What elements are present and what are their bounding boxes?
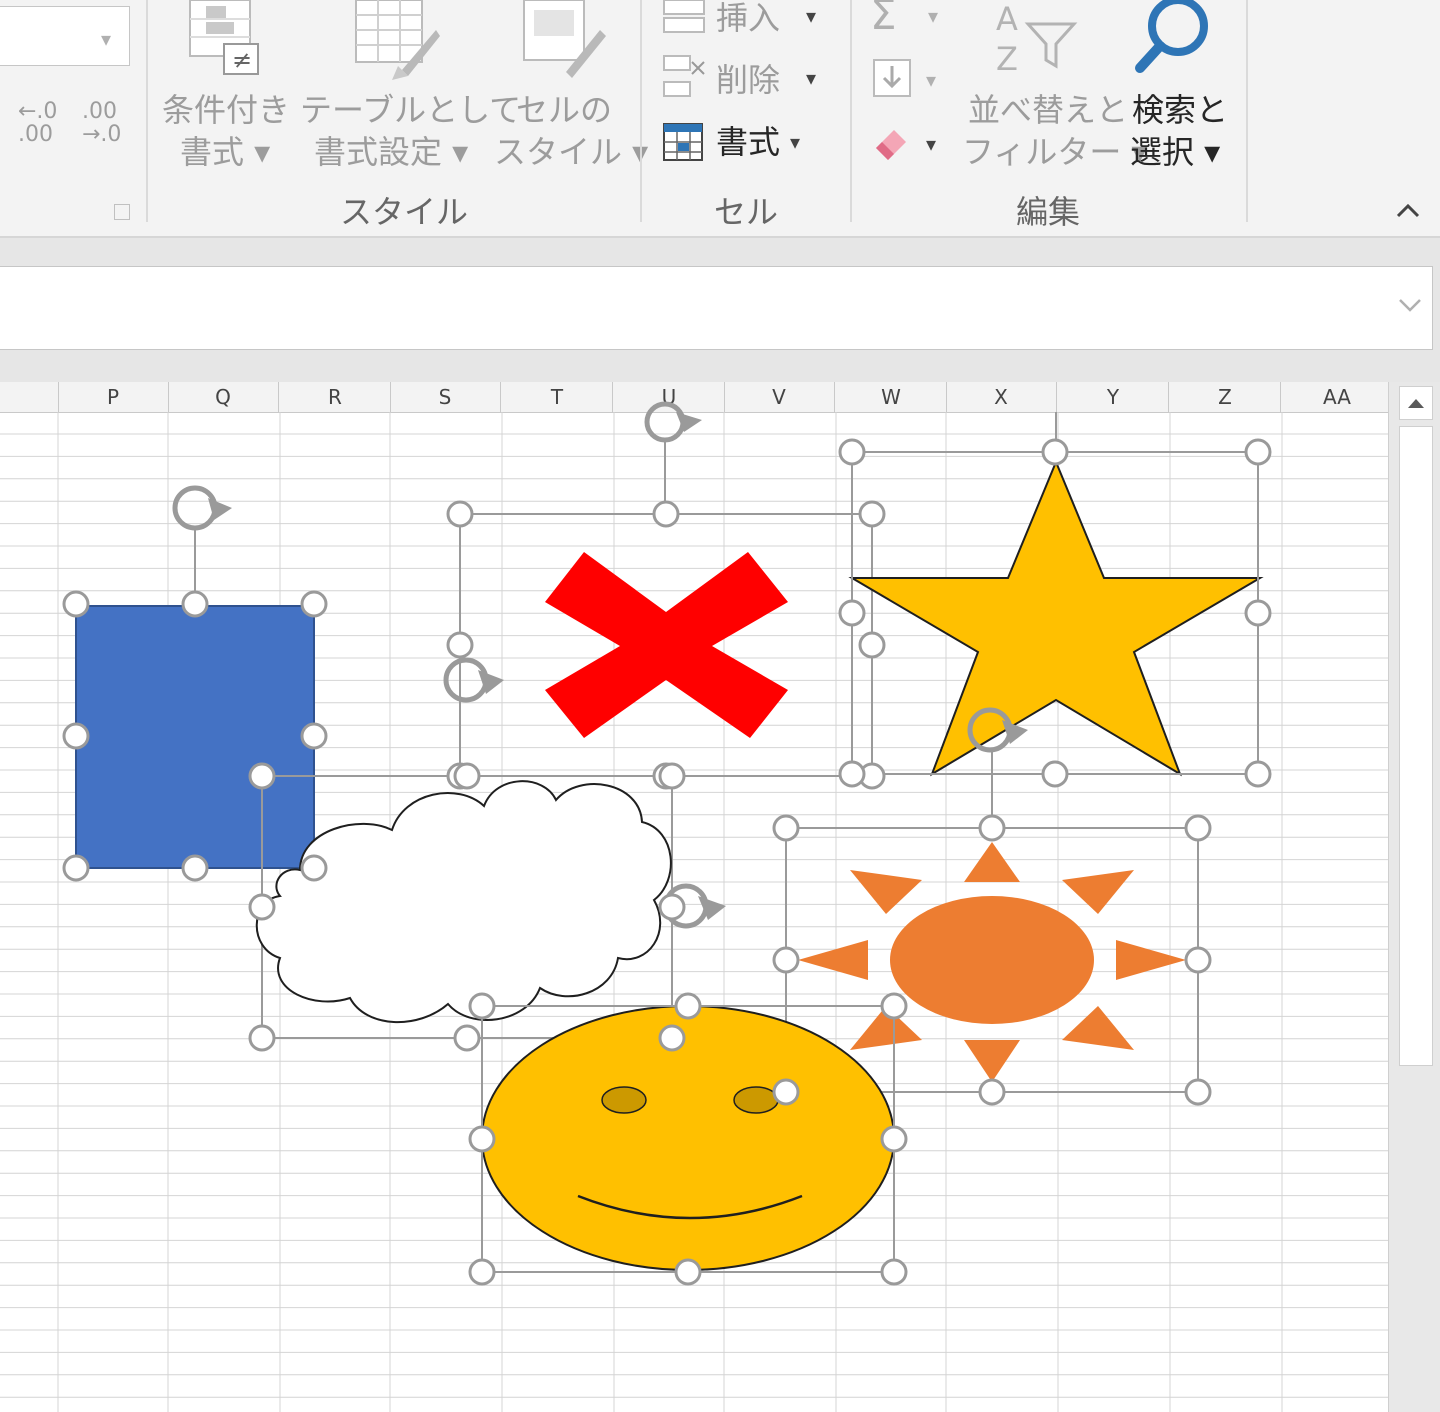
chevron-down-icon[interactable]: ▾ xyxy=(806,6,816,26)
increase-decimal-button[interactable]: ←.0 .00 xyxy=(18,100,57,146)
column-header-x[interactable]: X xyxy=(946,382,1057,412)
sort-filter-button[interactable]: 並べ替えと xyxy=(968,94,1128,126)
insert-button[interactable]: 挿入 xyxy=(716,2,780,34)
dialog-launcher-icon[interactable] xyxy=(114,204,130,220)
column-header-z[interactable]: Z xyxy=(1170,382,1281,412)
cell-styles-button[interactable]: セルの xyxy=(516,94,612,126)
eraser-icon[interactable] xyxy=(870,118,916,164)
column-header-p[interactable]: P xyxy=(58,382,169,412)
styles-group-label: スタイル xyxy=(340,193,469,231)
number-format-box[interactable]: ▾ xyxy=(0,6,130,66)
chevron-down-icon[interactable]: ▾ xyxy=(806,68,816,88)
conditional-formatting-icon: ≠ xyxy=(189,0,259,75)
chevron-down-icon[interactable]: ▾ xyxy=(928,6,938,26)
column-header-y[interactable]: Y xyxy=(1058,382,1169,412)
chevron-up-icon[interactable] xyxy=(1394,200,1422,220)
editing-group-label: 編集 xyxy=(1016,193,1081,231)
sort-filter-label-2: フィルター ▾ xyxy=(962,133,1148,171)
decrease-decimal-button[interactable]: .00 →.0 xyxy=(82,100,121,146)
group-separator xyxy=(146,0,148,222)
column-header-s[interactable]: S xyxy=(390,382,501,412)
column-header-w[interactable]: W xyxy=(836,382,947,412)
cell-grid[interactable] xyxy=(0,412,1388,1412)
group-separator xyxy=(1246,0,1248,222)
column-header-q[interactable]: Q xyxy=(168,382,279,412)
column-header-aa[interactable]: AA xyxy=(1282,382,1393,412)
svg-text:≠: ≠ xyxy=(232,46,252,74)
format-cells-icon xyxy=(663,123,703,161)
triangle-up-icon xyxy=(1408,399,1424,408)
conditional-formatting-button[interactable]: 条件付き xyxy=(162,94,290,126)
format-as-table-icon xyxy=(355,0,440,80)
autosum-icon[interactable]: Σ xyxy=(870,0,897,36)
column-header-v[interactable]: V xyxy=(724,382,835,412)
fill-icon[interactable] xyxy=(870,56,916,102)
format-as-table-button[interactable]: テーブルとして xyxy=(300,94,521,126)
column-header-o[interactable]: O xyxy=(0,382,59,412)
group-separator xyxy=(640,0,642,222)
chevron-down-icon[interactable]: ▾ xyxy=(790,132,800,152)
column-headers: OPQRSTUVWXYZAA xyxy=(0,382,1393,413)
column-header-t[interactable]: T xyxy=(502,382,613,412)
chevron-down-icon: ▾ xyxy=(101,27,112,51)
find-select-button[interactable]: 検索と xyxy=(1132,94,1228,126)
chevron-down-icon[interactable]: ▾ xyxy=(926,134,936,154)
cell-styles-label-2: スタイル ▾ xyxy=(494,133,649,171)
chevron-down-icon[interactable]: ▾ xyxy=(926,70,936,90)
scroll-thumb[interactable] xyxy=(1399,426,1433,1066)
delete-button[interactable]: 削除 xyxy=(716,64,780,96)
group-separator xyxy=(850,0,852,222)
delete-cells-icon xyxy=(663,55,705,97)
vertical-scrollbar[interactable] xyxy=(1388,382,1440,1412)
column-header-r[interactable]: R xyxy=(280,382,391,412)
column-header-u[interactable]: U xyxy=(614,382,725,412)
insert-cells-icon xyxy=(663,0,705,33)
format-as-table-label-2: 書式設定 ▾ xyxy=(314,133,469,171)
cells-group-label: セル xyxy=(714,193,779,231)
svg-text:A: A xyxy=(996,0,1018,38)
conditional-formatting-label-2: 書式 ▾ xyxy=(180,133,271,171)
cell-styles-icon xyxy=(523,0,606,78)
search-icon xyxy=(1135,0,1208,73)
scroll-up-button[interactable] xyxy=(1399,386,1433,420)
svg-text:Z: Z xyxy=(996,40,1018,78)
sort-filter-icon: A Z xyxy=(996,0,1078,78)
format-button[interactable]: 書式 xyxy=(716,126,780,158)
formula-input[interactable] xyxy=(0,266,1433,350)
chevron-down-icon[interactable] xyxy=(1398,297,1422,313)
find-select-label-2: 選択 ▾ xyxy=(1130,133,1221,171)
ribbon: ▾ ←.0 .00 .00 →.0 ≠ 条件付き 書式 ▾ テーブルとして 書式… xyxy=(0,0,1440,236)
